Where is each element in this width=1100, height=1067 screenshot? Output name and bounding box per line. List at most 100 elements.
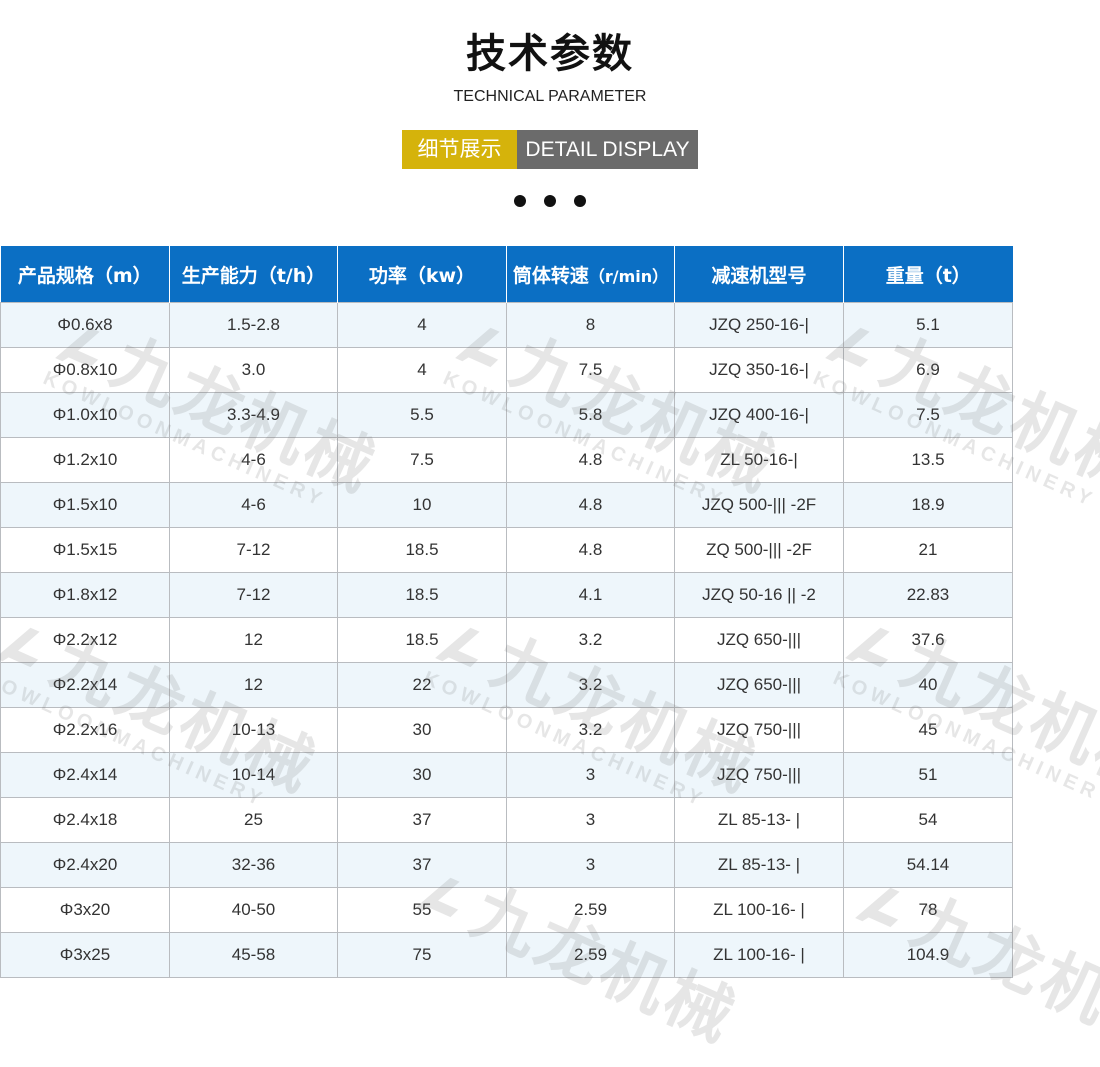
cell-spec: Φ1.5x10 xyxy=(0,482,170,528)
cell-capacity: 25 xyxy=(169,797,338,843)
cell-weight: 37.6 xyxy=(843,617,1013,663)
cell-reducer: ZQ 500-||| -2F xyxy=(674,527,844,573)
cell-power: 5.5 xyxy=(337,392,507,438)
cell-reducer: ZL 100-16- | xyxy=(674,932,844,978)
cell-capacity: 12 xyxy=(169,617,338,663)
cell-weight: 7.5 xyxy=(843,392,1013,438)
cell-spec: Φ2.4x20 xyxy=(0,842,170,888)
table-row: Φ1.0x10 3.3-4.9 5.5 5.8 JZQ 400-16-| 7.5 xyxy=(0,392,1013,438)
cell-power: 18.5 xyxy=(337,527,507,573)
cell-reducer: JZQ 350-16-| xyxy=(674,347,844,393)
cell-spec: Φ2.2x12 xyxy=(0,617,170,663)
cell-capacity: 45-58 xyxy=(169,932,338,978)
cell-spec: Φ2.4x18 xyxy=(0,797,170,843)
cell-speed: 5.8 xyxy=(506,392,675,438)
table-row: Φ0.8x10 3.0 4 7.5 JZQ 350-16-| 6.9 xyxy=(0,347,1013,393)
page-title: 技术参数 xyxy=(466,31,634,77)
cell-spec: Φ1.2x10 xyxy=(0,437,170,483)
cell-capacity: 3.0 xyxy=(169,347,338,393)
dot-icon xyxy=(544,195,556,207)
table-row: Φ2.4x14 10-14 30 3 JZQ 750-||| 51 xyxy=(0,752,1013,798)
cell-speed: 3 xyxy=(506,797,675,843)
cell-capacity: 12 xyxy=(169,662,338,708)
header-spec: 产品规格（m） xyxy=(0,246,170,303)
cell-reducer: JZQ 750-||| xyxy=(674,707,844,753)
table-row: Φ0.6x8 1.5-2.8 4 8 JZQ 250-16-| 5.1 xyxy=(0,302,1013,348)
cell-weight: 104.9 xyxy=(843,932,1013,978)
cell-spec: Φ1.8x12 xyxy=(0,572,170,618)
cell-spec: Φ2.2x14 xyxy=(0,662,170,708)
header-weight: 重量（t） xyxy=(843,246,1013,303)
header-reducer: 减速机型号 xyxy=(674,246,844,303)
cell-weight: 22.83 xyxy=(843,572,1013,618)
cell-power: 18.5 xyxy=(337,572,507,618)
table-row: Φ1.8x12 7-12 18.5 4.1 JZQ 50-16 || -2 22… xyxy=(0,572,1013,618)
cell-weight: 54.14 xyxy=(843,842,1013,888)
cell-reducer: ZL 85-13- | xyxy=(674,842,844,888)
cell-capacity: 4-6 xyxy=(169,437,338,483)
cell-capacity: 7-12 xyxy=(169,527,338,573)
table-row: Φ3x20 40-50 55 2.59 ZL 100-16- | 78 xyxy=(0,887,1013,933)
cell-speed: 2.59 xyxy=(506,887,675,933)
cell-spec: Φ1.0x10 xyxy=(0,392,170,438)
cell-power: 18.5 xyxy=(337,617,507,663)
table-row: Φ2.2x16 10-13 30 3.2 JZQ 750-||| 45 xyxy=(0,707,1013,753)
cell-weight: 6.9 xyxy=(843,347,1013,393)
parameter-table: 产品规格（m） 生产能力（t/h） 功率（kw） 筒体转速（r/min） 减速机… xyxy=(0,246,1013,978)
cell-power: 22 xyxy=(337,662,507,708)
cell-reducer: JZQ 500-||| -2F xyxy=(674,482,844,528)
dot-icon xyxy=(574,195,586,207)
banner-cn-label: 细节展示 xyxy=(402,130,517,169)
header-capacity: 生产能力（t/h） xyxy=(169,246,338,303)
table-row: Φ3x25 45-58 75 2.59 ZL 100-16- | 104.9 xyxy=(0,932,1013,978)
cell-capacity: 40-50 xyxy=(169,887,338,933)
cell-power: 10 xyxy=(337,482,507,528)
cell-spec: Φ2.4x14 xyxy=(0,752,170,798)
cell-reducer: JZQ 650-||| xyxy=(674,662,844,708)
cell-weight: 54 xyxy=(843,797,1013,843)
cell-power: 37 xyxy=(337,797,507,843)
detail-display-banner: 细节展示 DETAIL DISPLAY xyxy=(402,130,698,169)
table-row: Φ2.2x14 12 22 3.2 JZQ 650-||| 40 xyxy=(0,662,1013,708)
cell-spec: Φ3x20 xyxy=(0,887,170,933)
page-subtitle: TECHNICAL PARAMETER xyxy=(453,88,647,105)
cell-reducer: ZL 100-16- | xyxy=(674,887,844,933)
cell-spec: Φ0.6x8 xyxy=(0,302,170,348)
cell-speed: 3.2 xyxy=(506,707,675,753)
cell-reducer: JZQ 50-16 || -2 xyxy=(674,572,844,618)
cell-weight: 5.1 xyxy=(843,302,1013,348)
table-header-row: 产品规格（m） 生产能力（t/h） 功率（kw） 筒体转速（r/min） 减速机… xyxy=(0,246,1013,303)
cell-power: 7.5 xyxy=(337,437,507,483)
table-row: Φ2.4x20 32-36 37 3 ZL 85-13- | 54.14 xyxy=(0,842,1013,888)
cell-reducer: JZQ 650-||| xyxy=(674,617,844,663)
cell-power: 4 xyxy=(337,347,507,393)
cell-reducer: JZQ 400-16-| xyxy=(674,392,844,438)
cell-power: 37 xyxy=(337,842,507,888)
cell-speed: 3.2 xyxy=(506,662,675,708)
cell-reducer: JZQ 750-||| xyxy=(674,752,844,798)
cell-weight: 18.9 xyxy=(843,482,1013,528)
cell-power: 55 xyxy=(337,887,507,933)
cell-reducer: ZL 50-16-| xyxy=(674,437,844,483)
cell-capacity: 4-6 xyxy=(169,482,338,528)
cell-capacity: 7-12 xyxy=(169,572,338,618)
cell-weight: 13.5 xyxy=(843,437,1013,483)
cell-weight: 78 xyxy=(843,887,1013,933)
table-row: Φ1.5x15 7-12 18.5 4.8 ZQ 500-||| -2F 21 xyxy=(0,527,1013,573)
cell-capacity: 1.5-2.8 xyxy=(169,302,338,348)
cell-speed: 4.1 xyxy=(506,572,675,618)
cell-capacity: 32-36 xyxy=(169,842,338,888)
cell-power: 4 xyxy=(337,302,507,348)
cell-reducer: JZQ 250-16-| xyxy=(674,302,844,348)
decorative-dots xyxy=(514,195,586,207)
cell-speed: 3 xyxy=(506,752,675,798)
cell-weight: 45 xyxy=(843,707,1013,753)
cell-speed: 3 xyxy=(506,842,675,888)
cell-spec: Φ0.8x10 xyxy=(0,347,170,393)
table-row: Φ2.2x12 12 18.5 3.2 JZQ 650-||| 37.6 xyxy=(0,617,1013,663)
header-speed: 筒体转速（r/min） xyxy=(506,246,675,303)
table-row: Φ1.2x10 4-6 7.5 4.8 ZL 50-16-| 13.5 xyxy=(0,437,1013,483)
cell-speed: 2.59 xyxy=(506,932,675,978)
cell-power: 30 xyxy=(337,752,507,798)
cell-weight: 40 xyxy=(843,662,1013,708)
